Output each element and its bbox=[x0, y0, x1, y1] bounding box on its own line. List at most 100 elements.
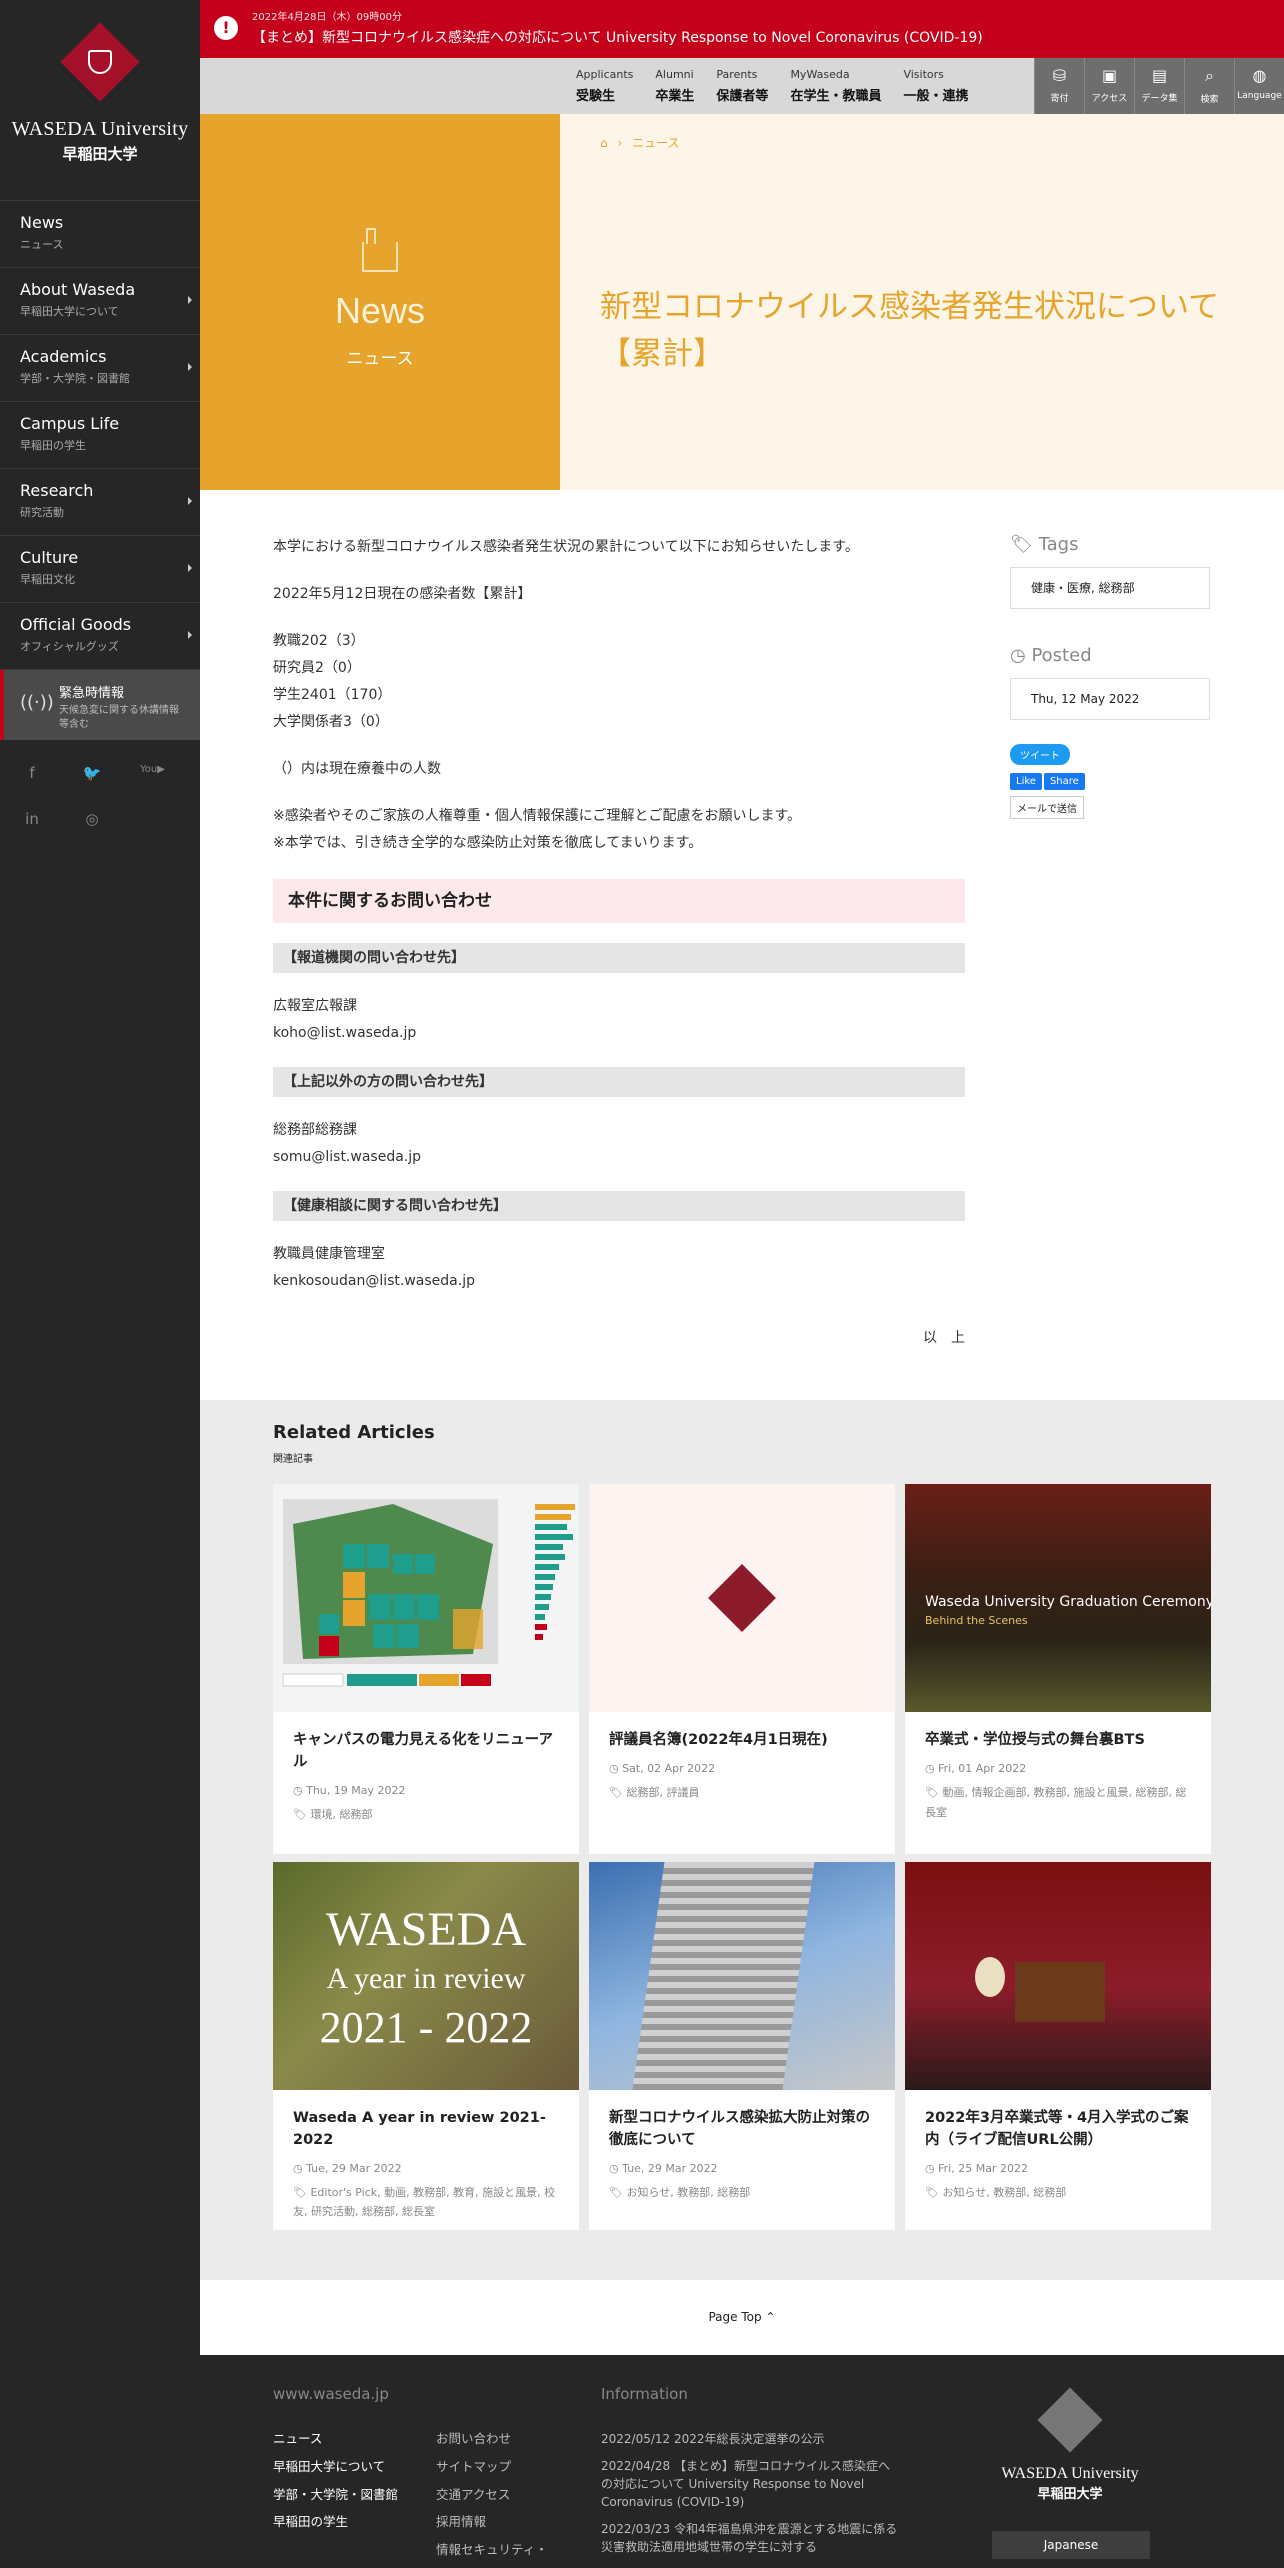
footer-info-item[interactable]: 2022/04/28 【まとめ】新型コロナウイルス感染症への対応について Uni… bbox=[601, 2457, 901, 2511]
card-tags-text: お知らせ, 教務部, 総務部 bbox=[626, 2185, 751, 2199]
tag-icon: 🏷 bbox=[609, 2185, 627, 2199]
card-date-text: Tue, 29 Mar 2022 bbox=[306, 2161, 402, 2175]
sidebar-item-about[interactable]: About Waseda 早稲田大学について bbox=[0, 268, 200, 335]
article-card[interactable]: キャンパスの電力見える化をリニューアル ◷ Thu, 19 May 2022 🏷… bbox=[273, 1484, 579, 1854]
search-button[interactable]: ⌕ 検索 bbox=[1184, 58, 1234, 114]
linkedin-icon[interactable]: in bbox=[20, 810, 44, 828]
top-menu-bar: Applicants 受験生 Alumni 卒業生 Parents 保護者等 MyWa… bbox=[200, 58, 1284, 114]
footer-link[interactable]: ニュース bbox=[273, 2430, 413, 2449]
card-image-building bbox=[589, 1862, 895, 2090]
language-select-button[interactable]: Japanese bbox=[992, 2531, 1150, 2559]
sidebar-item-research[interactable]: Research 研究活動 bbox=[0, 469, 200, 536]
covid-alert-bar[interactable]: ! 2022年4月28日（木）09時00分 【まとめ】新型コロナウイルス感染症へ… bbox=[200, 0, 1284, 58]
instagram-icon[interactable]: ◎ bbox=[80, 810, 104, 828]
home-icon[interactable]: ⌂ bbox=[600, 136, 608, 150]
footer-link[interactable]: サイトマップ bbox=[436, 2458, 576, 2477]
tag-icon: 🏷 bbox=[925, 1785, 943, 1799]
donation-button[interactable]: ⛁ 寄付 bbox=[1034, 58, 1084, 114]
audience-label-en: Applicants bbox=[576, 68, 634, 81]
mail-share-button[interactable]: メールで送信 bbox=[1010, 796, 1084, 819]
article-meta: 🏷 Tags 健康・医療, 総務部 ◷ Posted Thu, 12 May 2… bbox=[1010, 534, 1210, 819]
sidebar-item-official-goods[interactable]: Official Goods オフィシャルグッズ bbox=[0, 603, 200, 670]
contact-email[interactable]: somu@list.waseda.jp bbox=[273, 1144, 965, 1171]
footer-site-heading[interactable]: www.waseda.jp bbox=[273, 2385, 389, 2403]
waseda-crest-icon bbox=[60, 22, 140, 102]
footer-info-item[interactable]: 2022/03/23 令和4年福島県沖を震源とする地震に係る災害救助法適用地域世… bbox=[601, 2520, 901, 2556]
language-button[interactable]: ◍ Language bbox=[1234, 58, 1284, 114]
card-image-caption: Waseda University Graduation Ceremony 2 bbox=[925, 1594, 1211, 1610]
sidebar-item-sublabel: ニュース bbox=[20, 238, 64, 251]
footer-col-secondary: お問い合わせ サイトマップ 交通アクセス 採用情報 情報セキュリティ・ bbox=[436, 2430, 576, 2568]
facebook-icon[interactable]: f bbox=[20, 764, 44, 782]
article-card[interactable]: WASEDA A year in review 2021 - 2022 Wase… bbox=[273, 1862, 579, 2230]
footer-link[interactable]: お問い合わせ bbox=[436, 2430, 576, 2449]
audience-mywaseda[interactable]: MyWaseda 在学生・教職員 bbox=[790, 68, 881, 104]
share-button[interactable]: Share bbox=[1043, 773, 1085, 790]
card-date: ◷ Fri, 25 Mar 2022 bbox=[905, 2152, 1211, 2175]
audience-applicants[interactable]: Applicants 受験生 bbox=[576, 68, 633, 104]
data-button[interactable]: ▤ データ集 bbox=[1134, 58, 1184, 114]
bus-icon: ▣ bbox=[1101, 66, 1118, 85]
footer-info-item[interactable]: 2022/05/12 2022年総長決定選挙の公示 bbox=[601, 2430, 901, 2448]
access-button[interactable]: ▣ アクセス bbox=[1084, 58, 1134, 114]
sidebar-item-academics[interactable]: Academics 学部・大学院・図書館 bbox=[0, 335, 200, 402]
audience-parents[interactable]: Parents 保護者等 bbox=[716, 68, 768, 104]
site-logo[interactable]: WASEDA University 早稲田大学 bbox=[0, 0, 200, 200]
globe-icon: ◍ bbox=[1252, 66, 1267, 85]
article-card[interactable]: 新型コロナウイルス感染拡大防止対策の徹底について ◷ Tue, 29 Mar 2… bbox=[589, 1862, 895, 2230]
util-label: データ集 bbox=[1141, 94, 1178, 104]
footer-link[interactable]: 学部・大学院・図書館 bbox=[273, 2486, 413, 2505]
tweet-button[interactable]: ツイート bbox=[1010, 744, 1070, 765]
twitter-icon[interactable]: 🐦 bbox=[80, 764, 104, 782]
breadcrumb-news[interactable]: ニュース bbox=[632, 136, 679, 150]
card-image-caption: WASEDA bbox=[326, 1903, 526, 1956]
audience-label-ja: 卒業生 bbox=[655, 89, 695, 104]
card-tags-text: 総務部, 評議員 bbox=[626, 1785, 700, 1799]
page-top-link[interactable]: Page Top ⌃ bbox=[200, 2280, 1284, 2355]
sidebar-item-campus-life[interactable]: Campus Life 早稲田の学生 bbox=[0, 402, 200, 469]
article-card[interactable]: Waseda University Graduation Ceremony 2 … bbox=[905, 1484, 1211, 1854]
tag-icon: 🏷 bbox=[293, 1807, 311, 1821]
contact-email[interactable]: kenkosoudan@list.waseda.jp bbox=[273, 1268, 965, 1295]
audience-alumni[interactable]: Alumni 卒業生 bbox=[655, 68, 694, 104]
clock-icon: ◷ bbox=[293, 1783, 307, 1797]
campus-map-graphic bbox=[282, 1499, 575, 1687]
building-icon bbox=[362, 228, 398, 272]
end-mark: 以 上 bbox=[923, 1330, 965, 1346]
footer-link[interactable]: 採用情報 bbox=[436, 2513, 576, 2532]
contact-email[interactable]: koho@list.waseda.jp bbox=[273, 1020, 965, 1047]
util-label: 寄付 bbox=[1050, 94, 1069, 104]
youtube-icon[interactable]: You▶ bbox=[140, 764, 165, 782]
card-title: Waseda A year in review 2021-2022 bbox=[293, 2110, 546, 2148]
as-of-text: 2022年5月12日現在の感染者数【累計】 bbox=[273, 586, 532, 602]
waseda-diamond-icon bbox=[708, 1564, 776, 1632]
like-button[interactable]: Like bbox=[1010, 773, 1042, 790]
footer-col-main: ニュース 早稲田大学について 学部・大学院・図書館 早稲田の学生 bbox=[273, 2430, 413, 2541]
tags-box[interactable]: 健康・医療, 総務部 bbox=[1010, 567, 1210, 609]
clock-icon: ◷ bbox=[925, 2161, 939, 2175]
sidebar-item-news[interactable]: News ニュース bbox=[0, 201, 200, 268]
audience-visitors[interactable]: Visitors 一般・連携 bbox=[903, 68, 968, 104]
breadcrumb: ⌂ › ニュース bbox=[600, 134, 680, 151]
footer-link[interactable]: 早稲田の学生 bbox=[273, 2513, 413, 2532]
sidebar-item-culture[interactable]: Culture 早稲田文化 bbox=[0, 536, 200, 603]
article-card[interactable]: 2022年3月卒業式等・4月入学式のご案内（ライブ配信URL公開） ◷ Fri,… bbox=[905, 1862, 1211, 2230]
emergency-info-link[interactable]: ((·)) 緊急時情報 天候急変に関する休講情報等含む bbox=[0, 670, 200, 740]
sidebar-item-sublabel: 研究活動 bbox=[20, 506, 64, 519]
page-title: 新型コロナウイルス感染者発生状況について【累計】 bbox=[600, 289, 1220, 372]
card-date-text: Thu, 19 May 2022 bbox=[306, 1783, 406, 1797]
audience-label-en: Parents bbox=[716, 68, 758, 81]
emergency-title: 緊急時情報 bbox=[59, 686, 125, 701]
flowers-photo bbox=[975, 1957, 1005, 1997]
footer-logo[interactable]: WASEDA University 早稲田大学 bbox=[990, 2387, 1150, 2502]
card-tags: 🏷 動画, 情報企画部, 教務部, 施設と風景, 総務部, 総長室 bbox=[905, 1775, 1211, 1823]
related-articles: Related Articles 関連記事 キャンパスの電力見える化をリニューア… bbox=[200, 1400, 1284, 2280]
footer-link[interactable]: 情報セキュリティ・ bbox=[436, 2541, 576, 2560]
article-card[interactable]: 評議員名簿(2022年4月1日現在) ◷ Sat, 02 Apr 2022 🏷 … bbox=[589, 1484, 895, 1854]
card-image-entrance-ceremony bbox=[905, 1862, 1211, 2090]
footer-link[interactable]: 交通アクセス bbox=[436, 2486, 576, 2505]
count-students: 学生2401（170） bbox=[273, 687, 392, 703]
tag-icon: 🏷 bbox=[293, 2185, 311, 2199]
contact-heading: 【上記以外の方の問い合わせ先】 bbox=[273, 1067, 965, 1097]
footer-link[interactable]: 早稲田大学について bbox=[273, 2458, 413, 2477]
